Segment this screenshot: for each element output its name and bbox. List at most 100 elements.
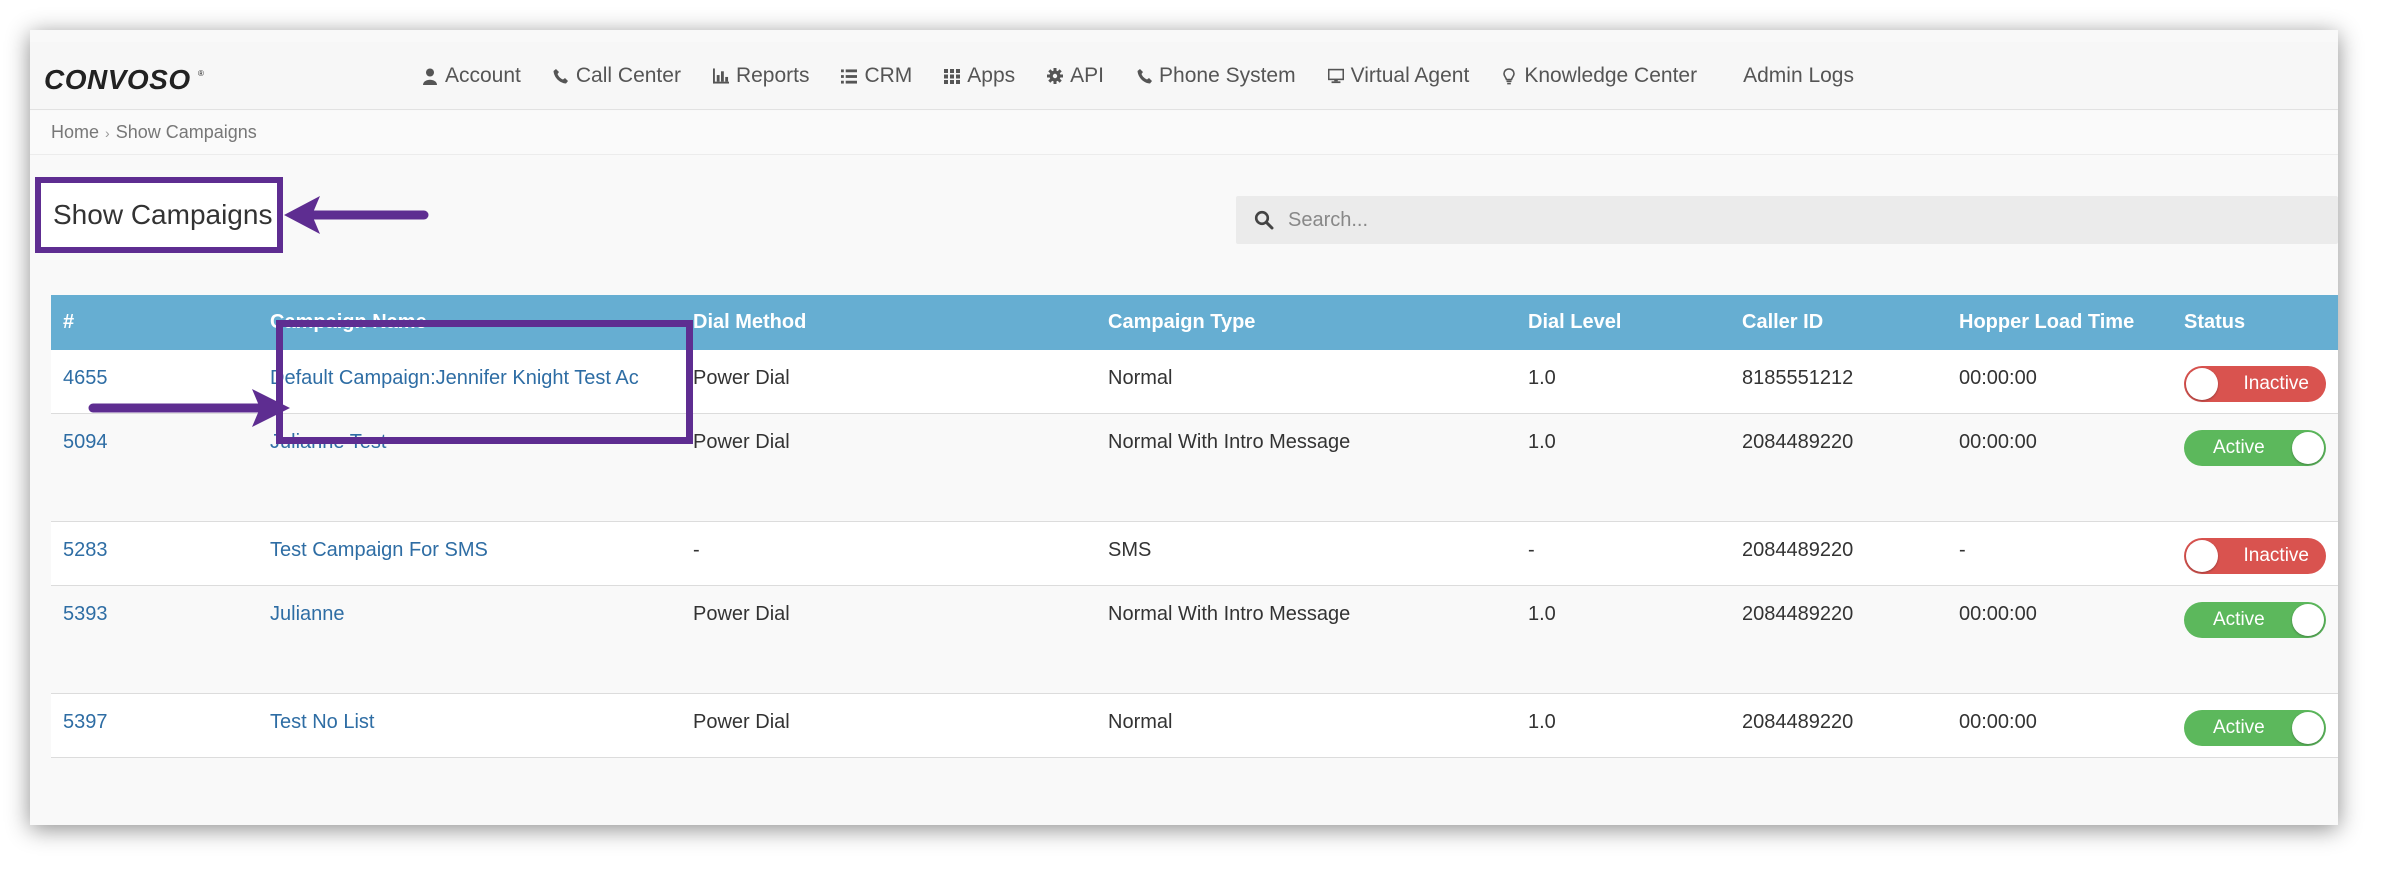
status-label: Inactive: [2243, 545, 2309, 566]
campaign-id-link[interactable]: 5283: [63, 539, 108, 562]
nav-phone-system[interactable]: Phone System: [1120, 42, 1312, 110]
campaign-name-link[interactable]: Test No List: [270, 711, 374, 734]
search-icon: [1254, 210, 1274, 230]
nav-admin-logs-label: Admin Logs: [1743, 64, 1854, 87]
status-toggle[interactable]: Active: [2184, 602, 2326, 638]
status-label: Active: [2213, 609, 2265, 630]
app-window: CONVOSO ® Account Call Center Reports CR…: [30, 30, 2338, 825]
campaign-name-highlight: [276, 320, 693, 444]
toggle-knob: [2186, 540, 2218, 572]
user-icon: [422, 67, 438, 85]
grid-icon: [944, 67, 961, 85]
nav-api-label: API: [1070, 64, 1105, 87]
hopper-load-time: 00:00:00: [1959, 603, 2037, 625]
caller-id: 2084489220: [1742, 431, 1854, 453]
phone-icon: [1136, 67, 1152, 85]
nav-knowledge-center-label: Knowledge Center: [1524, 64, 1698, 87]
nav-apps[interactable]: Apps: [928, 42, 1031, 110]
header-dial-level[interactable]: Dial Level: [1528, 311, 1621, 334]
campaign-id-link[interactable]: 5397: [63, 711, 108, 734]
campaign-name-link[interactable]: Julianne: [270, 603, 345, 626]
nav-apps-label: Apps: [967, 64, 1016, 87]
svg-text:®: ®: [198, 69, 204, 78]
nav-virtual-agent[interactable]: Virtual Agent: [1312, 42, 1486, 110]
dial-level: 1.0: [1528, 431, 1556, 453]
page-title: Show Campaigns: [53, 199, 273, 230]
convoso-logo[interactable]: CONVOSO ®: [44, 64, 214, 94]
status-toggle[interactable]: Inactive: [2184, 366, 2326, 402]
breadcrumb: Home › Show Campaigns: [30, 111, 2338, 155]
svg-text:CONVOSO: CONVOSO: [44, 64, 191, 94]
caller-id: 2084489220: [1742, 711, 1854, 733]
nav-admin-logs[interactable]: Admin Logs: [1727, 42, 1870, 110]
status-label: Active: [2213, 437, 2265, 458]
campaign-type: Normal: [1108, 367, 1173, 389]
breadcrumb-current: Show Campaigns: [115, 122, 257, 142]
nav-crm-label: CRM: [864, 64, 913, 87]
nav-call-center[interactable]: Call Center: [537, 42, 697, 110]
campaign-id-link[interactable]: 5094: [63, 431, 108, 454]
hopper-load-time: 00:00:00: [1959, 367, 2037, 389]
campaign-id-link[interactable]: 5393: [63, 603, 108, 626]
lightbulb-icon: [1501, 67, 1517, 85]
nav-phone-system-label: Phone System: [1159, 64, 1296, 87]
toggle-knob: [2292, 432, 2324, 464]
dial-level: -: [1528, 539, 1535, 561]
status-label: Inactive: [2243, 373, 2309, 394]
main-nav: Account Call Center Reports CRM Apps API…: [406, 42, 1870, 110]
nav-crm[interactable]: CRM: [825, 42, 928, 110]
dial-method: Power Dial: [693, 367, 790, 389]
header-caller-id[interactable]: Caller ID: [1742, 311, 1823, 334]
dial-method: Power Dial: [693, 603, 790, 625]
status-label: Active: [2213, 717, 2265, 738]
annotation-arrow-icon: [88, 389, 290, 427]
table-row: 5283 Test Campaign For SMS - SMS - 20844…: [51, 522, 2338, 586]
dial-level: 1.0: [1528, 367, 1556, 389]
hopper-load-time: 00:00:00: [1959, 431, 2037, 453]
top-nav: CONVOSO ® Account Call Center Reports CR…: [30, 42, 2338, 110]
header-campaign-type[interactable]: Campaign Type: [1108, 311, 1255, 334]
status-toggle[interactable]: Active: [2184, 710, 2326, 746]
nav-account[interactable]: Account: [406, 42, 537, 110]
monitor-icon: [1327, 67, 1344, 85]
dial-method: -: [693, 539, 700, 561]
nav-call-center-label: Call Center: [575, 64, 681, 87]
hopper-load-time: -: [1959, 539, 1966, 561]
nav-virtual-agent-label: Virtual Agent: [1350, 64, 1470, 87]
toggle-knob: [2292, 604, 2324, 636]
list-icon: [841, 67, 858, 85]
breadcrumb-home[interactable]: Home: [51, 122, 99, 143]
nav-account-label: Account: [445, 64, 521, 87]
nav-reports[interactable]: Reports: [697, 42, 826, 110]
campaign-type: Normal With Intro Message: [1108, 431, 1351, 453]
toggle-knob: [2186, 368, 2218, 400]
dial-level: 1.0: [1528, 603, 1556, 625]
header-id[interactable]: #: [63, 311, 74, 334]
header-dial-method[interactable]: Dial Method: [693, 311, 806, 334]
dial-level: 1.0: [1528, 711, 1556, 733]
status-toggle[interactable]: Active: [2184, 430, 2326, 466]
nav-reports-label: Reports: [735, 64, 810, 87]
nav-knowledge-center[interactable]: Knowledge Center: [1485, 42, 1713, 110]
status-toggle[interactable]: Inactive: [2184, 538, 2326, 574]
header-status[interactable]: Status: [2184, 311, 2245, 334]
campaign-name-link[interactable]: Test Campaign For SMS: [270, 539, 488, 562]
nav-api[interactable]: API: [1031, 42, 1120, 110]
caller-id: 2084489220: [1742, 603, 1854, 625]
caller-id: 2084489220: [1742, 539, 1854, 561]
annotation-arrow-icon: [284, 196, 429, 234]
caller-id: 8185551212: [1742, 367, 1854, 389]
toggle-knob: [2292, 712, 2324, 744]
campaign-type: SMS: [1108, 539, 1152, 561]
hopper-load-time: 00:00:00: [1959, 711, 2037, 733]
table-row: 5397 Test No List Power Dial Normal 1.0 …: [51, 694, 2338, 758]
breadcrumb-separator: ›: [105, 124, 110, 141]
search-input[interactable]: [1288, 208, 2188, 232]
gear-icon: [1047, 67, 1064, 85]
campaign-type: Normal: [1108, 711, 1173, 733]
bar-chart-icon: [712, 67, 729, 85]
page-title-highlight: Show Campaigns: [35, 177, 283, 253]
search-box[interactable]: [1236, 196, 2338, 244]
header-hopper-load-time[interactable]: Hopper Load Time: [1959, 311, 2134, 334]
campaign-type: Normal With Intro Message: [1108, 603, 1351, 625]
